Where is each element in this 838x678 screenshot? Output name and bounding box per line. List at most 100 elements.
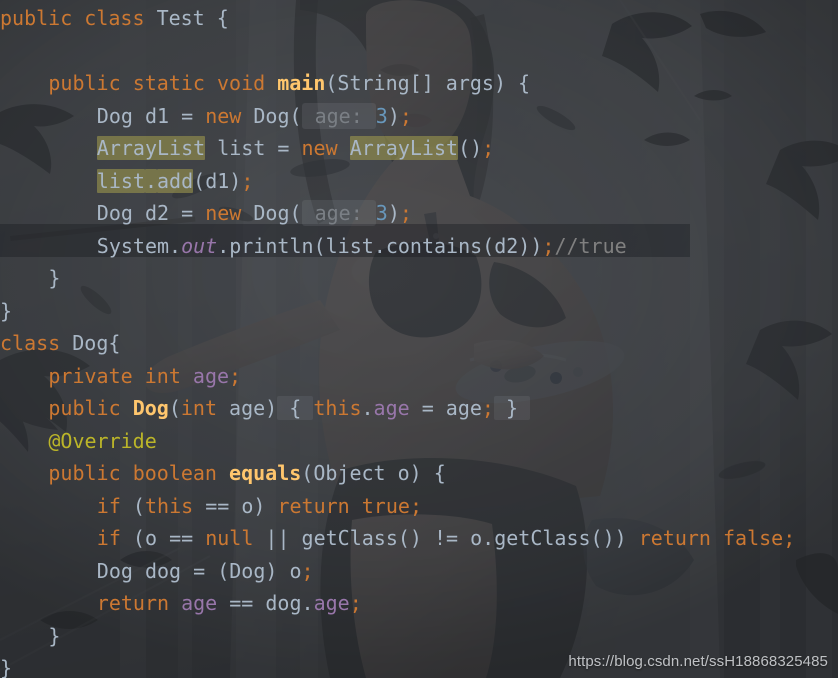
code-line-3[interactable]: public static void main(String[] args) { bbox=[48, 67, 530, 100]
code-token: if bbox=[96, 493, 121, 518]
code-token: int bbox=[144, 363, 181, 388]
code-token: ( bbox=[120, 493, 145, 518]
code-token: public bbox=[48, 71, 121, 95]
code-token: public bbox=[48, 461, 121, 485]
code-token: . bbox=[373, 233, 386, 258]
code-token: ; bbox=[399, 103, 412, 128]
code-token: null bbox=[205, 526, 254, 550]
code-line-4[interactable]: Dog d1 = new Dog( age: 3); bbox=[97, 100, 412, 133]
code-token: ; bbox=[481, 396, 494, 420]
code-token: class bbox=[84, 6, 145, 30]
code-token: ) bbox=[265, 558, 290, 583]
code-token: Dog bbox=[229, 558, 266, 583]
code-token: void bbox=[216, 71, 266, 95]
code-token: . bbox=[217, 233, 230, 258]
code-line-18[interactable]: Dog dog = (Dog) o; bbox=[97, 555, 314, 588]
code-token: ) bbox=[387, 201, 400, 225]
code-token: println bbox=[229, 233, 314, 258]
code-line-7[interactable]: Dog d2 = new Dog( age: 3); bbox=[97, 197, 412, 230]
code-token: dog bbox=[265, 591, 302, 615]
code-token: age bbox=[229, 396, 266, 420]
code-line-6[interactable]: list.add(d1); bbox=[96, 165, 253, 198]
code-token: Dog bbox=[253, 201, 290, 225]
code-token: { bbox=[277, 396, 314, 420]
code-token: d1 bbox=[144, 103, 170, 128]
code-token: Dog bbox=[253, 103, 290, 128]
code-token: equals bbox=[229, 461, 302, 485]
code-token: ( bbox=[482, 233, 495, 258]
code-token: list bbox=[325, 233, 374, 258]
code-token: o bbox=[470, 526, 483, 550]
code-line-19[interactable]: return age == dog.age; bbox=[97, 587, 362, 620]
code-token: age bbox=[445, 396, 482, 420]
code-area[interactable]: public class Test { public static void ma… bbox=[0, 0, 838, 678]
code-line-20[interactable]: } bbox=[48, 620, 60, 653]
code-line-21[interactable]: } bbox=[0, 652, 12, 678]
code-line-17[interactable]: if (o == null || getClass() != o.getClas… bbox=[97, 522, 795, 555]
code-token: ; bbox=[482, 136, 495, 160]
code-token: age: bbox=[301, 102, 376, 129]
code-token: o bbox=[289, 558, 302, 583]
code-token: ; bbox=[229, 363, 242, 388]
code-token: )) bbox=[518, 233, 543, 258]
code-line-8[interactable]: System.out.println(list.contains(d2));//… bbox=[97, 230, 627, 263]
code-token: ( bbox=[313, 233, 326, 258]
code-token: //true bbox=[554, 233, 627, 258]
code-token: [] bbox=[409, 71, 446, 95]
code-line-14[interactable]: @Override bbox=[48, 425, 156, 458]
code-token: == bbox=[157, 526, 206, 550]
code-token: = bbox=[169, 103, 206, 128]
code-line-12[interactable]: private int age; bbox=[48, 360, 241, 393]
code-token: return bbox=[96, 591, 170, 615]
code-token: age bbox=[373, 396, 410, 420]
editor-screenshot: public class Test { public static void ma… bbox=[0, 0, 838, 678]
code-token: out bbox=[181, 233, 218, 258]
code-token: private bbox=[48, 363, 133, 388]
code-token: age bbox=[181, 591, 218, 615]
code-token: o bbox=[241, 493, 254, 518]
code-line-15[interactable]: public boolean equals(Object o) { bbox=[48, 457, 445, 490]
code-token: . bbox=[361, 396, 374, 420]
code-token: ) bbox=[387, 103, 400, 128]
code-token: == bbox=[193, 493, 242, 518]
code-token: true bbox=[361, 493, 410, 518]
code-token: class bbox=[0, 331, 61, 355]
code-token: ; bbox=[301, 558, 314, 583]
code-token: new bbox=[205, 103, 242, 128]
code-token: String bbox=[337, 71, 410, 95]
code-token: Dog bbox=[72, 331, 109, 355]
code-token: . bbox=[169, 233, 182, 258]
code-token: static bbox=[132, 71, 205, 95]
code-token: ) bbox=[265, 396, 278, 420]
code-token: this bbox=[144, 493, 194, 518]
code-token: ) { bbox=[493, 71, 531, 95]
code-token: ( bbox=[301, 461, 314, 485]
code-token: = ( bbox=[181, 558, 230, 583]
code-token: ) bbox=[253, 493, 278, 518]
code-token: ( bbox=[120, 526, 145, 550]
code-line-11[interactable]: class Dog{ bbox=[0, 327, 120, 360]
code-line-16[interactable]: if (this == o) return true; bbox=[97, 490, 422, 523]
code-token: ArrayList bbox=[96, 136, 206, 160]
code-token: age bbox=[313, 591, 350, 615]
code-line-1[interactable]: public class Test { bbox=[0, 2, 229, 35]
code-line-5[interactable]: ArrayList list = new ArrayList(); bbox=[96, 132, 495, 165]
code-token: || bbox=[253, 526, 302, 550]
code-token: new bbox=[301, 136, 338, 160]
code-line-9[interactable]: } bbox=[48, 262, 60, 295]
code-token: ) bbox=[229, 168, 242, 193]
code-token: add bbox=[157, 168, 194, 193]
code-line-13[interactable]: public Dog(int age) { this.age = age; } bbox=[48, 392, 531, 425]
code-token: () bbox=[458, 136, 483, 160]
code-token: this bbox=[313, 396, 362, 420]
watermark-url: https://blog.csdn.net/ssH18868325485 bbox=[568, 653, 828, 670]
code-token: false bbox=[723, 526, 784, 550]
code-token: if bbox=[96, 526, 121, 550]
code-line-10[interactable]: } bbox=[0, 295, 12, 328]
